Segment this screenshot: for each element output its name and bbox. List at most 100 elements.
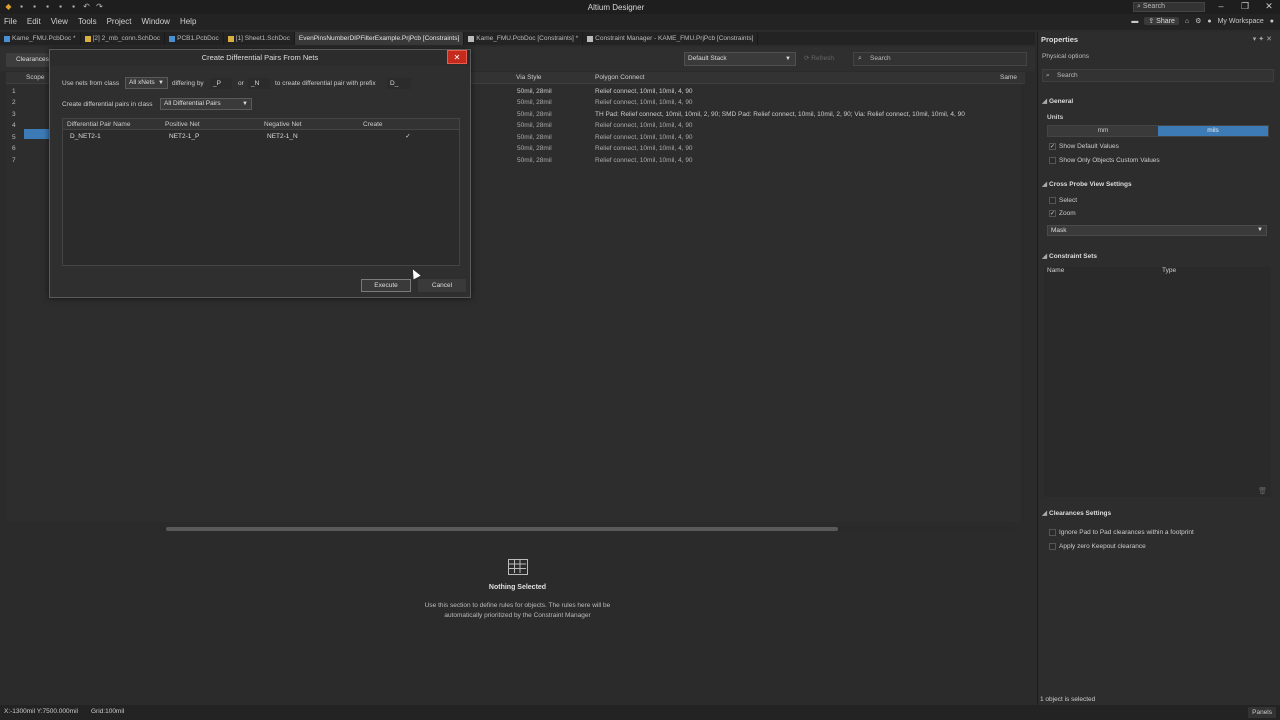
- select-checkbox[interactable]: [1049, 197, 1056, 204]
- vertical-scrollbar[interactable]: [1021, 84, 1025, 522]
- tab-pcb1-pcbdoc[interactable]: PCB1.PcbDoc: [165, 32, 224, 45]
- positive-suffix-input[interactable]: _P: [210, 78, 232, 89]
- menu-view[interactable]: View: [51, 17, 68, 26]
- menu-window[interactable]: Window: [141, 17, 169, 26]
- close-icon[interactable]: ✕: [447, 50, 467, 64]
- col-scope[interactable]: Scope: [26, 74, 44, 81]
- polygon-connect-cell[interactable]: Relief connect, 10mil, 10mil, 4, 90: [595, 145, 693, 152]
- refresh-button[interactable]: ⟳ Refresh: [804, 53, 844, 65]
- menu-help[interactable]: Help: [180, 17, 196, 26]
- tab-clearances[interactable]: Clearances: [6, 53, 52, 67]
- unit-mils-option[interactable]: mils: [1158, 126, 1268, 136]
- ignore-pad-checkbox[interactable]: [1049, 529, 1056, 536]
- share-button[interactable]: ⇪ Share: [1144, 17, 1179, 25]
- row-number[interactable]: 4: [12, 122, 16, 129]
- layer-stack-select[interactable]: Default Stack ▼: [684, 52, 796, 66]
- cancel-button[interactable]: Cancel: [418, 279, 466, 292]
- show-custom-checkbox[interactable]: [1049, 157, 1056, 164]
- col-positive-net[interactable]: Positive Net: [165, 121, 200, 128]
- via-style-cell[interactable]: 50mil, 28mil: [517, 111, 552, 118]
- polygon-connect-cell[interactable]: Relief connect, 10mil, 10mil, 4, 90: [595, 99, 693, 106]
- account-icon[interactable]: ●: [1270, 18, 1274, 25]
- gear-icon[interactable]: ⚙: [1195, 17, 1201, 25]
- execute-button[interactable]: Execute: [361, 279, 411, 292]
- zoom-checkbox[interactable]: ✓: [1049, 210, 1056, 217]
- row-number[interactable]: 3: [12, 111, 16, 118]
- section-constraint-sets[interactable]: ◢ Constraint Sets: [1042, 252, 1097, 260]
- polygon-connect-cell[interactable]: Relief connect, 10mil, 10mil, 4, 90: [595, 122, 693, 129]
- section-general[interactable]: ◢ General: [1042, 97, 1073, 105]
- tab-evenpins-constraints[interactable]: EvenPinsNumberDIPFilterExample.PrjPcb [C…: [294, 32, 465, 45]
- scrollbar-thumb[interactable]: [166, 527, 838, 531]
- menu-edit[interactable]: Edit: [27, 17, 41, 26]
- row-number[interactable]: 5: [12, 134, 16, 141]
- row-number[interactable]: 6: [12, 145, 16, 152]
- negative-suffix-input[interactable]: _N: [248, 78, 270, 89]
- apply-zero-checkbox[interactable]: [1049, 543, 1056, 550]
- tab-sheet1-schdoc[interactable]: [1] Sheet1.SchDoc: [224, 32, 295, 45]
- horizontal-scrollbar[interactable]: [160, 527, 1015, 531]
- diff-pair-class-select[interactable]: All Differential Pairs ▼: [160, 98, 252, 110]
- chat-icon[interactable]: ▬: [1131, 18, 1138, 25]
- row-number[interactable]: 7: [12, 157, 16, 164]
- table-row[interactable]: D_NET2-1 NET2-1_P NET2-1_N ✓: [63, 132, 459, 143]
- polygon-connect-cell[interactable]: Relief connect, 10mil, 10mil, 4, 90: [595, 88, 693, 95]
- panel-controls[interactable]: ▾✦✕: [1253, 35, 1274, 43]
- menu-project[interactable]: Project: [107, 17, 132, 26]
- polygon-connect-cell[interactable]: Relief connect, 10mil, 10mil, 4, 90: [595, 157, 693, 164]
- title-search-input[interactable]: ⌕ Search: [1133, 2, 1205, 12]
- search-icon: ⌕: [1046, 72, 1050, 79]
- units-toggle[interactable]: mm mils: [1047, 125, 1269, 137]
- tab-constraint-manager[interactable]: Constraint Manager - KAME_FMU.PrjPcb [Co…: [583, 32, 759, 45]
- tab-kame-fmu-pcbdoc[interactable]: Kame_FMU.PcbDoc *: [0, 32, 81, 45]
- via-style-cell[interactable]: 50mil, 28mil: [517, 99, 552, 106]
- use-nets-label: Use nets from class: [62, 80, 120, 87]
- chevron-down-icon: ▼: [785, 56, 791, 62]
- col-same[interactable]: Same: [1000, 74, 1017, 81]
- col-negative-net[interactable]: Negative Net: [264, 121, 302, 128]
- pin-icon[interactable]: ✦: [1258, 36, 1266, 43]
- via-style-cell[interactable]: 50mil, 28mil: [517, 145, 552, 152]
- col-polygon-connect[interactable]: Polygon Connect: [595, 74, 645, 81]
- col-name[interactable]: Name: [1047, 267, 1064, 274]
- col-via-style[interactable]: Via Style: [516, 74, 542, 81]
- show-default-checkbox[interactable]: ✓: [1049, 143, 1056, 150]
- net-class-select[interactable]: All xNets ▼: [125, 77, 168, 89]
- via-style-cell[interactable]: 50mil, 28mil: [517, 134, 552, 141]
- col-create[interactable]: Create: [363, 121, 383, 128]
- via-style-cell[interactable]: 50mil, 28mil: [517, 157, 552, 164]
- via-style-cell[interactable]: 50mil, 28mil: [517, 122, 552, 129]
- close-icon[interactable]: ✕: [1266, 36, 1274, 43]
- unit-mm-option[interactable]: mm: [1048, 126, 1158, 136]
- section-cross-probe[interactable]: ◢ Cross Probe View Settings: [1042, 180, 1132, 188]
- selected-row-highlight[interactable]: [24, 129, 52, 139]
- user-icon[interactable]: ●: [1207, 18, 1211, 25]
- properties-search-input[interactable]: ⌕ Search: [1042, 69, 1274, 82]
- tab-mb-conn-schdoc[interactable]: [2] 2_mb_conn.SchDoc: [81, 32, 166, 45]
- polygon-connect-cell[interactable]: Relief connect, 10mil, 10mil, 4, 90: [595, 134, 693, 141]
- col-diff-pair-name[interactable]: Differential Pair Name: [67, 121, 130, 128]
- maximize-icon[interactable]: ❐: [1238, 1, 1252, 12]
- row-number[interactable]: 1: [12, 88, 16, 95]
- tab-kame-fmu-constraints[interactable]: Kame_FMU.PcbDoc [Constraints] *: [464, 32, 584, 45]
- polygon-connect-cell[interactable]: TH Pad: Relief connect, 10mil, 10mil, 2,…: [595, 111, 965, 118]
- trash-icon[interactable]: 🗑: [1258, 487, 1267, 495]
- constraint-search-input[interactable]: ⌕ Search: [853, 52, 1027, 66]
- via-style-cell[interactable]: 50mil, 28mil: [517, 88, 552, 95]
- collapse-icon: ◢: [1042, 253, 1047, 260]
- prefix-label: to create differential pair with prefix: [275, 80, 376, 87]
- minimize-icon[interactable]: –: [1214, 1, 1228, 12]
- menu-file[interactable]: File: [4, 17, 17, 26]
- col-type[interactable]: Type: [1162, 267, 1176, 274]
- prefix-input[interactable]: D_: [387, 78, 411, 89]
- workspace-label[interactable]: My Workspace: [1218, 18, 1264, 25]
- row-number[interactable]: 2: [12, 99, 16, 106]
- menu-tools[interactable]: Tools: [78, 17, 97, 26]
- share-icon: ⇪: [1148, 18, 1155, 25]
- create-checkbox[interactable]: ✓: [404, 133, 412, 141]
- close-window-icon[interactable]: ✕: [1262, 1, 1276, 12]
- section-clearances-settings[interactable]: ◢ Clearances Settings: [1042, 509, 1111, 517]
- mask-select[interactable]: Mask ▼: [1047, 225, 1267, 236]
- panels-button[interactable]: Panels: [1248, 707, 1276, 718]
- home-icon[interactable]: ⌂: [1185, 18, 1189, 25]
